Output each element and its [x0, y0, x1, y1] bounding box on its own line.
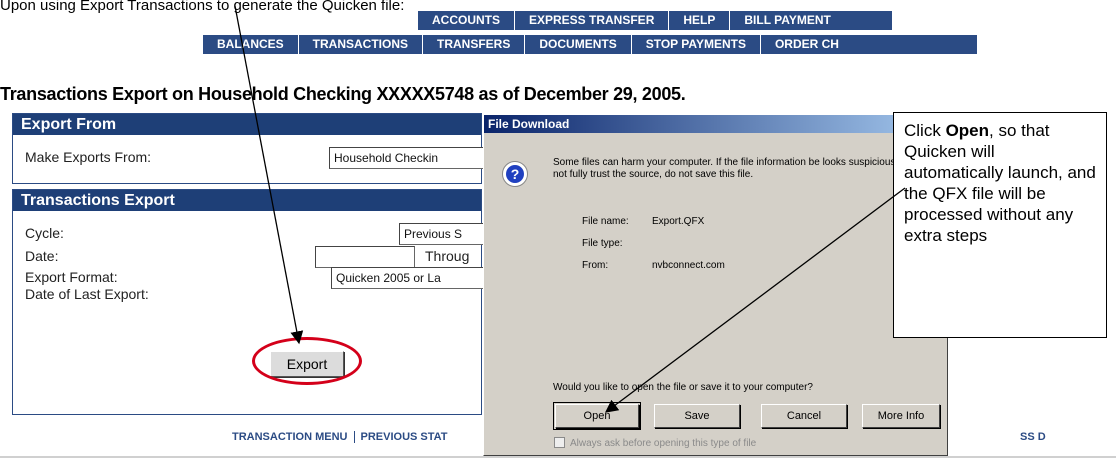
cycle-label: Cycle: — [25, 225, 64, 241]
always-ask-label: Always ask before opening this type of f… — [570, 438, 757, 449]
dialog-title: File Download — [484, 115, 947, 133]
instruction-callout: Click Open, so that Quicken will automat… — [893, 112, 1107, 338]
cycle-select[interactable]: Previous S — [399, 223, 485, 245]
bottom-divider — [0, 456, 1116, 458]
date-label: Date: — [25, 248, 59, 264]
more-info-button[interactable]: More Info — [862, 404, 940, 428]
nav-express-transfer[interactable]: EXPRESS TRANSFER — [515, 11, 670, 30]
transactions-export-panel: Transactions Export Cycle: Previous S Da… — [12, 189, 485, 415]
question-icon: ? — [502, 161, 528, 187]
export-format-label: Export Format: — [25, 269, 118, 285]
through-label: Throug — [425, 248, 470, 264]
checkbox-box[interactable] — [554, 437, 565, 448]
nav-order-checks[interactable]: ORDER CH — [761, 35, 853, 54]
export-format-select[interactable]: Quicken 2005 or La — [331, 267, 485, 289]
save-button[interactable]: Save — [654, 404, 740, 428]
callout-open-word: Open — [945, 121, 990, 140]
file-name-value: Export.QFX — [652, 216, 705, 227]
export-button[interactable]: Export — [270, 351, 344, 377]
callout-prefix: Click — [904, 121, 946, 140]
transaction-menu-link[interactable]: TRANSACTION MENU — [226, 431, 355, 443]
bottom-right-link[interactable]: SS D — [1020, 431, 1046, 443]
date-of-last-export-label: Date of Last Export: — [25, 286, 149, 302]
dialog-question: Would you like to open the file or save … — [553, 382, 813, 393]
secondary-nav: BALANCES TRANSACTIONS TRANSFERS DOCUMENT… — [203, 35, 977, 54]
file-download-dialog: File Download ? Some files can harm your… — [483, 114, 948, 456]
dialog-warning: Some files can harm your computer. If th… — [553, 157, 943, 180]
nav-stop-payments[interactable]: STOP PAYMENTS — [632, 35, 761, 54]
nav-transfers[interactable]: TRANSFERS — [423, 35, 526, 54]
from-value: nvbconnect.com — [652, 260, 725, 271]
previous-statement-link[interactable]: PREVIOUS STAT — [355, 431, 454, 443]
open-button[interactable]: Open — [553, 402, 641, 430]
always-ask-checkbox[interactable]: Always ask before opening this type of f… — [554, 437, 756, 449]
primary-nav: ACCOUNTS EXPRESS TRANSFER HELP BILL PAYM… — [418, 11, 892, 30]
intro-text: Upon using Export Transactions to genera… — [0, 0, 405, 14]
page-title: Transactions Export on Household Checkin… — [0, 84, 686, 104]
bottom-nav: TRANSACTION MENU PREVIOUS STAT — [226, 431, 454, 443]
file-name-label: File name: — [582, 216, 629, 227]
from-label: From: — [582, 260, 609, 271]
nav-balances[interactable]: BALANCES — [203, 35, 299, 54]
transactions-export-header: Transactions Export — [13, 190, 481, 211]
nav-accounts[interactable]: ACCOUNTS — [418, 11, 515, 30]
date-input[interactable] — [315, 246, 415, 268]
nav-bill-payment[interactable]: BILL PAYMENT — [730, 11, 844, 30]
export-from-panel: Export From Make Exports From: Household… — [12, 113, 485, 184]
export-from-header: Export From — [13, 114, 481, 135]
file-type-label: File type: — [582, 238, 623, 249]
nav-transactions[interactable]: TRANSACTIONS — [299, 35, 424, 54]
nav-documents[interactable]: DOCUMENTS — [525, 35, 632, 54]
cancel-button[interactable]: Cancel — [761, 404, 847, 428]
make-exports-from-label: Make Exports From: — [25, 149, 152, 165]
nav-help[interactable]: HELP — [669, 11, 731, 30]
make-exports-from-select[interactable]: Household Checkin — [329, 147, 485, 169]
